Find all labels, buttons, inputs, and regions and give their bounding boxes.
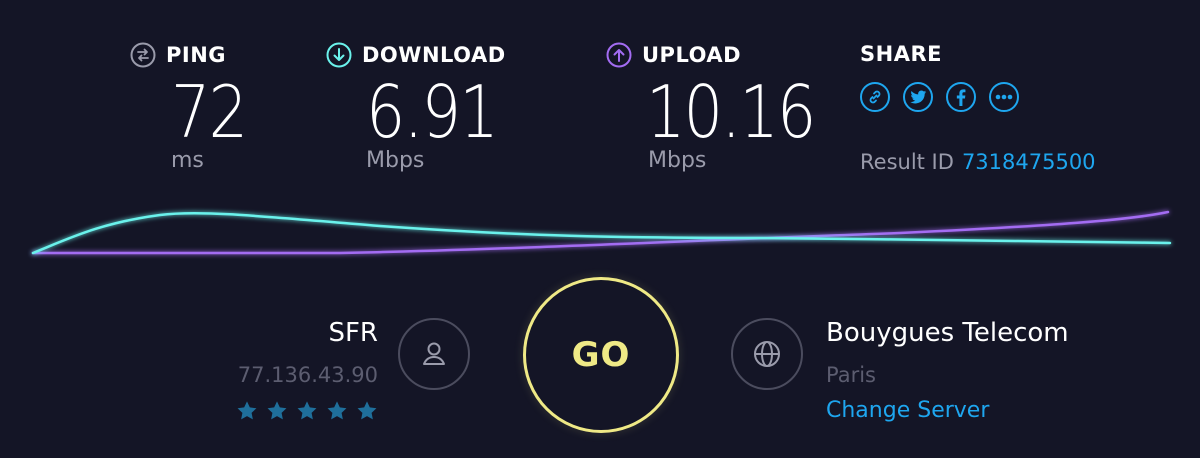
result-id-label: Result ID	[860, 150, 954, 174]
upload-section: UPLOAD	[606, 40, 741, 70]
download-unit: Mbps	[366, 148, 425, 173]
share-twitter-button[interactable]	[903, 82, 933, 112]
speed-graph	[31, 210, 1172, 255]
isp-rating[interactable]	[236, 400, 378, 422]
result-id-link[interactable]: 7318475500	[962, 150, 1096, 174]
upload-unit: Mbps	[648, 148, 707, 173]
share-link-button[interactable]	[860, 82, 890, 112]
change-server-link[interactable]: Change Server	[826, 398, 989, 423]
facebook-icon	[956, 88, 966, 106]
download-arrow-icon	[326, 42, 352, 68]
twitter-icon	[909, 89, 926, 103]
server-name: Bouygues Telecom	[826, 318, 1069, 348]
download-label: DOWNLOAD	[362, 43, 506, 67]
user-icon	[423, 342, 445, 365]
share-buttons	[860, 82, 1019, 112]
ping-icon	[130, 42, 156, 68]
star-icon[interactable]	[356, 400, 378, 422]
download-graph-line	[31, 211, 1172, 255]
isp-name: SFR	[328, 318, 378, 348]
upload-label: UPLOAD	[642, 43, 742, 67]
go-button[interactable]: GO	[523, 277, 679, 433]
ping-unit: ms	[171, 148, 204, 173]
server-globe-button[interactable]	[731, 318, 803, 390]
link-icon	[869, 90, 881, 104]
more-icon	[995, 94, 1013, 100]
ping-section: PING	[130, 40, 226, 70]
isp-user-button[interactable]	[398, 318, 470, 390]
upload-graph-line	[31, 210, 1170, 255]
share-facebook-button[interactable]	[946, 82, 976, 112]
globe-icon	[754, 341, 780, 367]
download-header: DOWNLOAD	[326, 40, 506, 70]
download-section: DOWNLOAD	[326, 40, 506, 70]
star-icon[interactable]	[326, 400, 348, 422]
go-label: GO	[571, 335, 631, 375]
upload-arrow-icon	[606, 42, 632, 68]
upload-value: 10.16	[646, 70, 816, 154]
ping-value: 72	[171, 70, 248, 154]
star-icon[interactable]	[236, 400, 258, 422]
share-more-button[interactable]	[989, 82, 1019, 112]
share-label: SHARE	[860, 42, 942, 66]
star-icon[interactable]	[296, 400, 318, 422]
result-id: Result ID 7318475500	[860, 150, 1096, 174]
isp-ip-address: 77.136.43.90	[237, 363, 378, 387]
download-value: 6.91	[366, 70, 499, 154]
upload-header: UPLOAD	[606, 40, 741, 70]
star-icon[interactable]	[266, 400, 288, 422]
server-location: Paris	[826, 363, 876, 387]
ping-header: PING	[130, 40, 226, 70]
ping-label: PING	[166, 43, 227, 67]
